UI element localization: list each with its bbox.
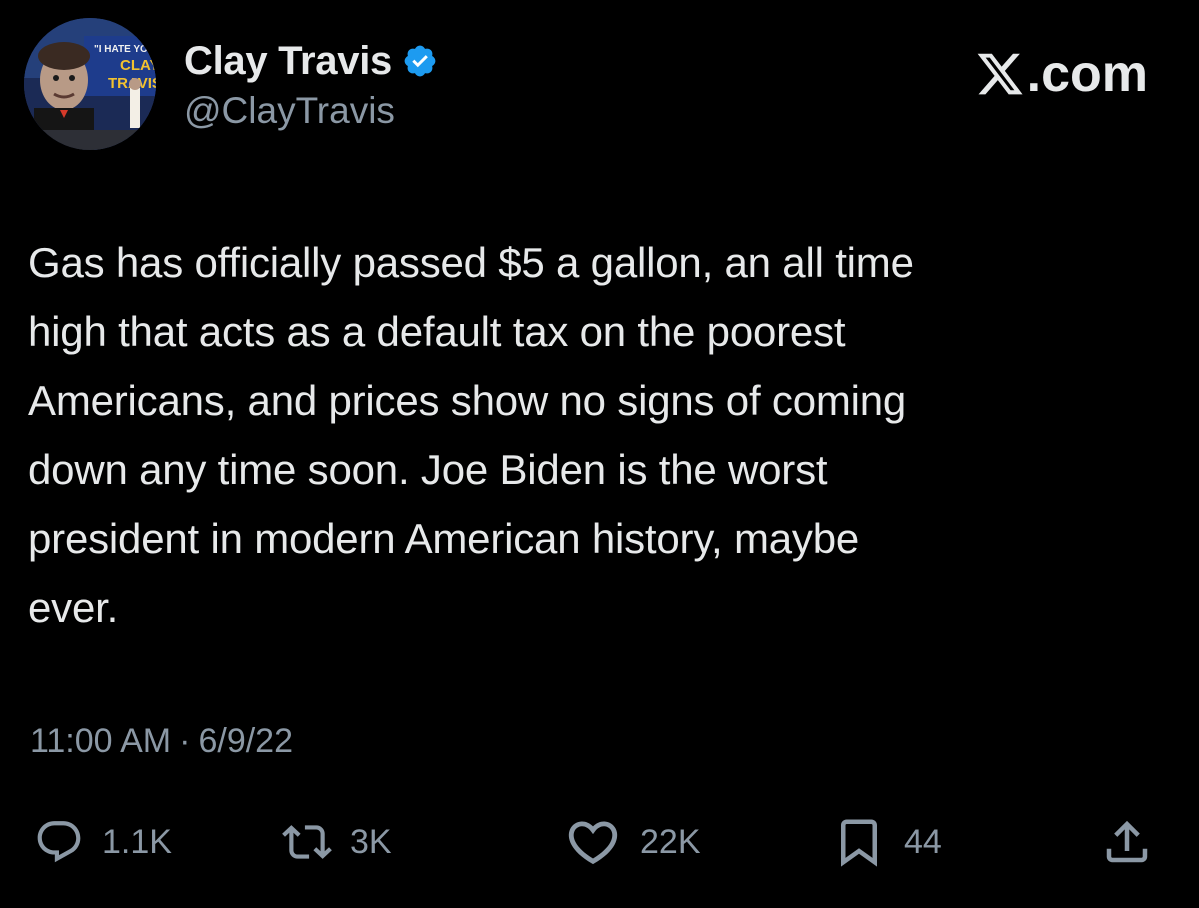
share-icon <box>1100 815 1154 869</box>
heart-icon <box>564 813 622 871</box>
tweet-date: 6/9/22 <box>198 722 293 760</box>
tweet-text: Gas has officially passed $5 a gallon, a… <box>28 239 914 631</box>
avatar-image: "I HATE YO CLAY TRAVIS <box>24 18 156 150</box>
repost-button[interactable]: 3K <box>282 810 392 874</box>
name-row: Clay Travis <box>184 38 438 84</box>
avatar[interactable]: "I HATE YO CLAY TRAVIS <box>24 18 156 150</box>
like-count: 22K <box>640 822 701 861</box>
brand-label: .com <box>1026 45 1148 103</box>
reply-count: 1.1K <box>102 822 172 861</box>
meta-separator: · <box>179 722 191 760</box>
tweet-action-bar: 1.1K 3K 22K 44 <box>0 810 1199 880</box>
reply-button[interactable]: 1.1K <box>34 810 172 874</box>
tweet-timestamp[interactable]: 11:00 AM · 6/9/22 <box>30 722 293 761</box>
share-button[interactable] <box>1100 810 1154 874</box>
bookmark-button[interactable]: 44 <box>832 810 942 874</box>
x-logo-icon <box>975 49 1025 99</box>
repost-icon <box>282 817 332 867</box>
display-name[interactable]: Clay Travis <box>184 39 392 84</box>
like-button[interactable]: 22K <box>564 810 701 874</box>
tweet-header: "I HATE YO CLAY TRAVIS Clay Travis <box>24 18 1174 158</box>
verified-badge-icon <box>402 43 438 79</box>
brand-logo: .com <box>975 44 1148 104</box>
svg-text:CLAY: CLAY <box>120 57 156 74</box>
reply-icon <box>34 817 84 867</box>
user-handle[interactable]: @ClayTravis <box>184 90 438 132</box>
tweet-time: 11:00 AM <box>30 722 172 760</box>
bookmark-icon <box>832 815 886 869</box>
bookmark-count: 44 <box>904 822 942 861</box>
repost-count: 3K <box>350 822 392 861</box>
svg-text:"I HATE YO: "I HATE YO <box>94 44 148 55</box>
author-identity[interactable]: Clay Travis @ClayTravis <box>184 38 438 132</box>
